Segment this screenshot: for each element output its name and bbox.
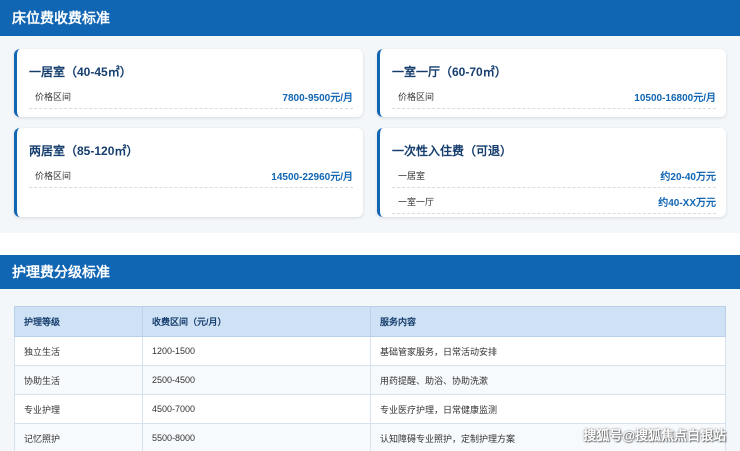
cell-services: 专业医疗护理，日常健康监测: [370, 394, 726, 424]
cell-level: 独立生活: [14, 336, 143, 366]
cell-level: 记忆照护: [14, 423, 143, 451]
care-fee-header: 护理费分级标准: [0, 255, 740, 289]
card-row-label: 一居室: [398, 171, 426, 181]
cell-level: 协助生活: [14, 365, 143, 395]
card-row-label: 一室一厅: [398, 197, 435, 207]
card-row-value: 约20-40万元: [660, 172, 716, 183]
card-title: 一次性入住费（可退）: [392, 144, 513, 158]
card-entrance-fee: 一次性入住费（可退） 一居室 约20-40万元 一室一厅 约40-XX万元: [377, 128, 726, 217]
card-title: 一室一厅（60-70㎡）: [392, 65, 507, 79]
column-header-services: 服务内容: [370, 306, 726, 337]
cell-price: 4500-7000: [142, 394, 371, 424]
cell-price: 1200-1500: [142, 336, 371, 366]
card-row-label: 价格区间: [398, 92, 435, 102]
card-row: 一居室 约20-40万元: [392, 165, 716, 188]
section-divider: [0, 233, 740, 255]
cell-level: 专业护理: [14, 394, 143, 424]
card-two-bedroom: 两居室（85-120㎡） 价格区间 14500-22960元/月: [14, 128, 363, 217]
card-one-bedroom: 一居室（40-45㎡） 价格区间 7800-9500元/月: [14, 49, 363, 117]
table-row: 专业护理 4500-7000 专业医疗护理，日常健康监测: [14, 394, 726, 424]
table-row: 协助生活 2500-4500 用药提醒、助浴、协助洗漱: [14, 365, 726, 395]
card-row-value: 7800-9500元/月: [282, 93, 353, 104]
card-one-room-one-hall: 一室一厅（60-70㎡） 价格区间 10500-16800元/月: [377, 49, 726, 117]
card-row: 一室一厅 约40-XX万元: [392, 188, 716, 214]
column-header-price: 收费区间（元/月）: [142, 306, 371, 337]
card-row: 价格区间 14500-22960元/月: [29, 165, 353, 188]
table-header-row: 护理等级 收费区间（元/月） 服务内容: [14, 306, 726, 337]
card-row: 价格区间 7800-9500元/月: [29, 86, 353, 109]
table-row: 独立生活 1200-1500 基础管家服务，日常活动安排: [14, 336, 726, 366]
cell-price: 5500-8000: [142, 423, 371, 451]
card-row: 价格区间 10500-16800元/月: [392, 86, 716, 109]
bed-fee-title: 床位费收费标准: [12, 10, 110, 26]
bed-fee-panel: 一居室（40-45㎡） 价格区间 7800-9500元/月 一室一厅（60-70…: [0, 36, 740, 233]
card-row-label: 价格区间: [35, 171, 72, 181]
card-title: 一居室（40-45㎡）: [29, 65, 132, 79]
card-title: 两居室（85-120㎡）: [29, 144, 139, 158]
watermark: 搜狐号@搜狐焦点白银站: [583, 428, 726, 443]
card-row-value: 10500-16800元/月: [634, 93, 716, 104]
column-header-level: 护理等级: [14, 306, 143, 337]
care-fee-title: 护理费分级标准: [12, 264, 110, 280]
bed-fee-header: 床位费收费标准: [0, 0, 740, 36]
card-row-label: 价格区间: [35, 92, 72, 102]
card-row-value: 14500-22960元/月: [271, 172, 353, 183]
card-row-value: 约40-XX万元: [658, 198, 716, 209]
cell-services: 用药提醒、助浴、协助洗漱: [370, 365, 726, 395]
cell-price: 2500-4500: [142, 365, 371, 395]
cell-services: 基础管家服务，日常活动安排: [370, 336, 726, 366]
